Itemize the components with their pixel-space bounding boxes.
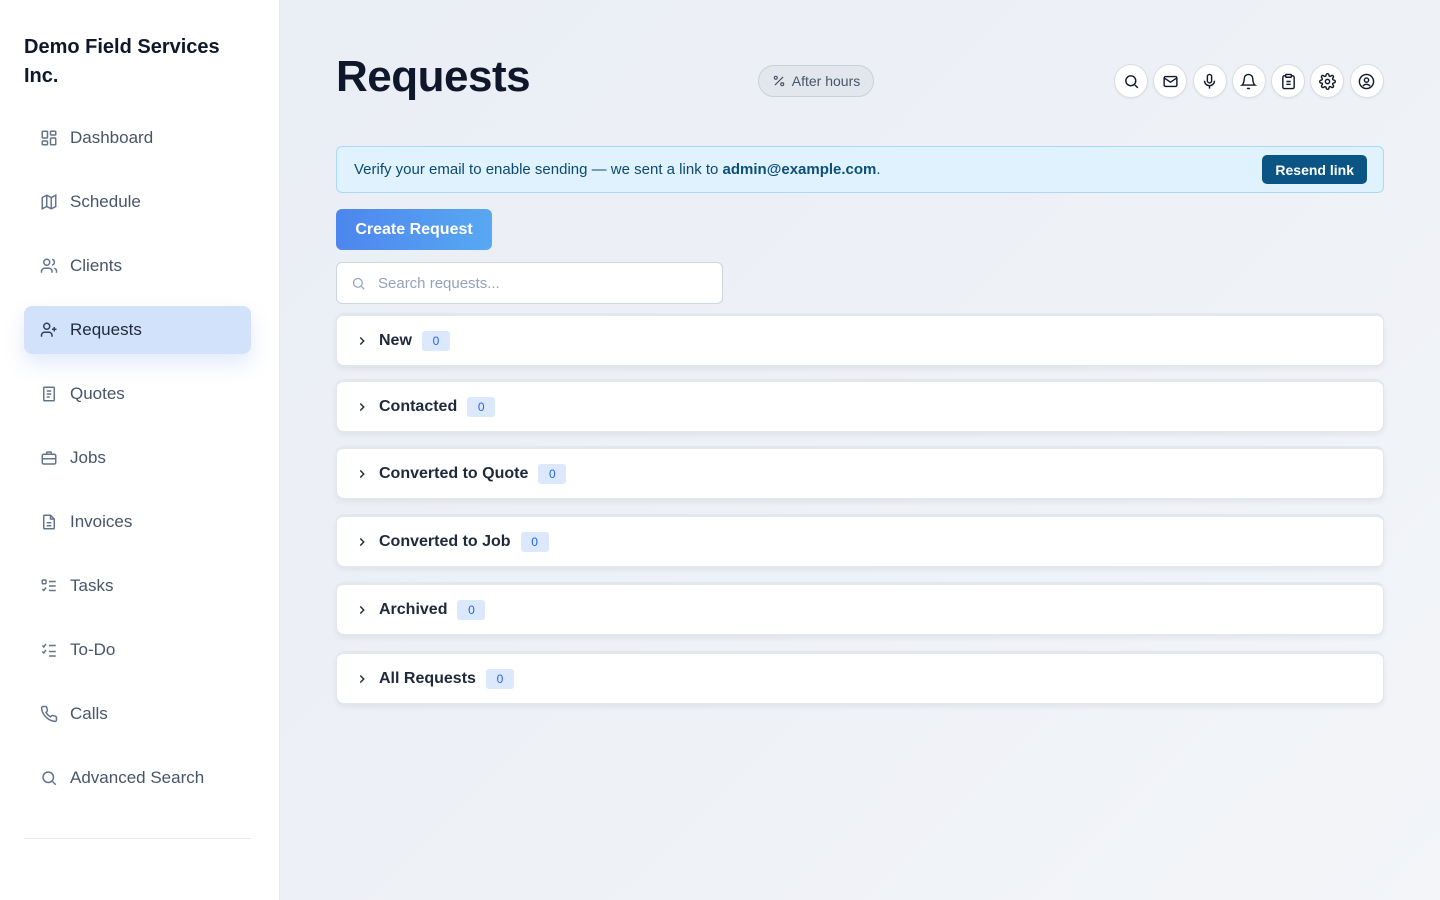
group-label: Converted to Quote	[379, 464, 529, 482]
header-toolbar	[1114, 64, 1389, 98]
search-icon	[352, 277, 365, 290]
chevron-right-icon	[355, 603, 369, 617]
list-checks-icon	[40, 577, 58, 595]
page-title: Requests	[336, 52, 531, 101]
mail-button[interactable]	[1153, 64, 1188, 98]
sidebar-item-schedule[interactable]: Schedule	[24, 178, 251, 226]
profile-button[interactable]	[1349, 64, 1384, 98]
percent-icon	[773, 75, 784, 87]
group-label: Converted to Job	[379, 532, 511, 550]
count-badge: 0	[421, 330, 450, 351]
bell-icon	[1240, 73, 1258, 89]
group-converted-to-quote[interactable]: Converted to Quote 0	[336, 446, 1384, 499]
sidebar-item-label: Jobs	[70, 448, 106, 467]
sidebar-item-jobs[interactable]: Jobs	[24, 434, 251, 482]
sidebar-item-tasks[interactable]: Tasks	[24, 562, 251, 610]
sidebar-item-label: Calls	[70, 704, 108, 723]
count-badge: 0	[457, 599, 486, 620]
resend-link-button[interactable]: Resend link	[1262, 155, 1367, 184]
group-all-requests[interactable]: All Requests 0	[336, 651, 1384, 704]
search-field[interactable]	[336, 262, 723, 304]
chevron-right-icon	[355, 672, 369, 686]
mail-icon	[1163, 75, 1178, 87]
sidebar-item-label: Tasks	[70, 576, 114, 595]
sidebar-item-label: Clients	[70, 256, 122, 275]
sidebar-item-clients[interactable]: Clients	[24, 242, 251, 290]
verify-email-banner: Verify your email to enable sending — we…	[336, 146, 1384, 193]
search-button[interactable]	[1114, 64, 1148, 98]
chevron-right-icon	[355, 400, 369, 414]
group-archived[interactable]: Archived 0	[336, 582, 1384, 635]
phone-icon	[40, 705, 58, 723]
group-label: All Requests	[379, 669, 476, 687]
sidebar-item-todo[interactable]: To-Do	[24, 626, 251, 674]
sidebar: Demo Field Services Inc. Dashboard Sched…	[0, 0, 280, 900]
banner-text-before: Verify your email to enable sending — we…	[354, 161, 723, 178]
sidebar-item-requests[interactable]: Requests	[24, 306, 251, 354]
map-icon	[40, 193, 58, 211]
group-contacted[interactable]: Contacted 0	[336, 379, 1384, 432]
sidebar-item-label: Schedule	[70, 192, 141, 211]
status-badge-label: After hours	[791, 73, 861, 89]
sidebar-item-label: Requests	[70, 320, 142, 339]
create-request-button[interactable]: Create Request	[336, 209, 492, 250]
sidebar-nav: Dashboard Schedule Clients Requests Quot…	[24, 114, 251, 818]
sidebar-item-label: Invoices	[70, 512, 133, 531]
group-new[interactable]: New 0	[336, 313, 1384, 366]
sidebar-item-quotes[interactable]: Quotes	[24, 370, 251, 418]
status-badge: After hours	[758, 65, 874, 97]
group-converted-to-job[interactable]: Converted to Job 0	[336, 514, 1384, 567]
group-label: Archived	[379, 600, 448, 618]
sidebar-item-label: Dashboard	[70, 128, 154, 147]
notifications-button[interactable]	[1231, 64, 1266, 98]
sidebar-item-label: Advanced Search	[70, 768, 205, 787]
banner-text: Verify your email to enable sending — we…	[354, 161, 881, 178]
microphone-icon	[1203, 73, 1216, 89]
sidebar-item-calls[interactable]: Calls	[24, 690, 251, 738]
checklist-icon	[40, 641, 58, 659]
group-label: Contacted	[379, 397, 458, 415]
banner-text-after: .	[876, 161, 881, 178]
sidebar-item-advanced-search[interactable]: Advanced Search	[24, 754, 251, 802]
chevron-right-icon	[355, 535, 369, 549]
users-icon	[40, 257, 58, 275]
dashboard-icon	[40, 129, 58, 147]
microphone-button[interactable]	[1192, 64, 1227, 98]
banner-email: admin@example.com	[722, 161, 877, 178]
search-icon	[40, 769, 58, 787]
clipboard-button[interactable]	[1271, 64, 1306, 98]
group-label: New	[379, 331, 412, 349]
count-badge: 0	[520, 531, 549, 552]
sidebar-item-label: Quotes	[70, 384, 125, 403]
brand-name: Demo Field Services Inc.	[24, 36, 220, 87]
gear-icon	[1319, 72, 1336, 90]
clipboard-icon	[1281, 73, 1295, 89]
document-icon	[40, 385, 58, 403]
count-badge: 0	[485, 668, 514, 689]
chevron-right-icon	[355, 467, 369, 481]
sidebar-item-dashboard[interactable]: Dashboard	[24, 114, 251, 162]
user-circle-icon	[1358, 73, 1375, 89]
search-input[interactable]	[378, 274, 698, 292]
sidebar-item-invoices[interactable]: Invoices	[24, 498, 251, 546]
settings-button[interactable]	[1310, 64, 1345, 98]
count-badge: 0	[467, 396, 496, 417]
briefcase-icon	[40, 449, 58, 467]
search-icon	[1124, 74, 1138, 88]
user-plus-icon	[40, 321, 58, 339]
file-text-icon	[40, 513, 58, 531]
sidebar-divider	[24, 838, 251, 839]
count-badge: 0	[538, 463, 567, 484]
sidebar-item-label: To-Do	[70, 640, 116, 659]
chevron-right-icon	[355, 334, 369, 348]
